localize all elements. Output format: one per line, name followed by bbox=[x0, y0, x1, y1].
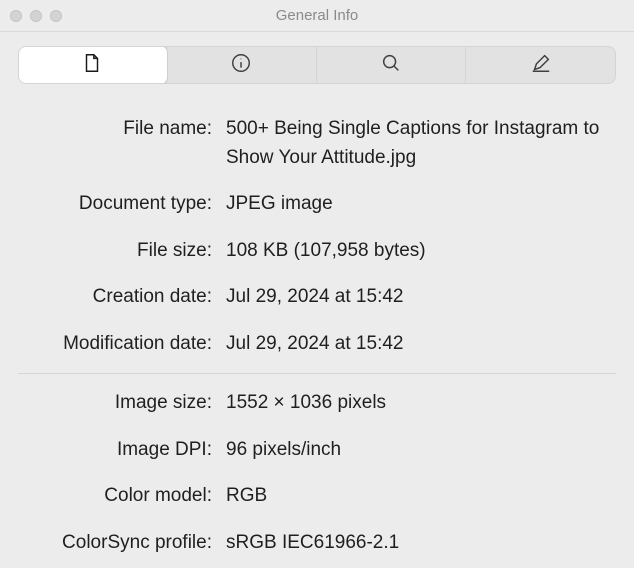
value-document-type: JPEG image bbox=[226, 190, 616, 219]
row-document-type: Document type: JPEG image bbox=[18, 181, 616, 228]
row-creation-date: Creation date: Jul 29, 2024 at 15:42 bbox=[18, 274, 616, 321]
toolbar bbox=[0, 32, 634, 106]
window-controls bbox=[10, 10, 62, 22]
value-image-size: 1552 × 1036 pixels bbox=[226, 389, 616, 418]
label-image-size: Image size: bbox=[18, 389, 226, 418]
label-modification-date: Modification date: bbox=[18, 330, 226, 359]
label-colorsync-profile: ColorSync profile: bbox=[18, 529, 226, 558]
label-color-model: Color model: bbox=[18, 482, 226, 511]
search-icon bbox=[380, 52, 402, 79]
titlebar: General Info bbox=[0, 0, 634, 32]
value-modification-date: Jul 29, 2024 at 15:42 bbox=[226, 330, 616, 359]
tab-segmented-control bbox=[18, 46, 616, 84]
close-window-button[interactable] bbox=[10, 10, 22, 22]
window-title: General Info bbox=[0, 7, 634, 24]
label-file-name: File name: bbox=[18, 115, 226, 144]
value-file-size: 108 KB (107,958 bytes) bbox=[226, 237, 616, 266]
row-colorsync-profile: ColorSync profile: sRGB IEC61966-2.1 bbox=[18, 520, 616, 567]
value-creation-date: Jul 29, 2024 at 15:42 bbox=[226, 283, 616, 312]
pencil-icon bbox=[530, 52, 552, 79]
row-file-size: File size: 108 KB (107,958 bytes) bbox=[18, 228, 616, 275]
row-image-size: Image size: 1552 × 1036 pixels bbox=[18, 380, 616, 427]
minimize-window-button[interactable] bbox=[30, 10, 42, 22]
tab-info[interactable] bbox=[166, 47, 316, 83]
tab-edit[interactable] bbox=[465, 47, 615, 83]
value-image-dpi: 96 pixels/inch bbox=[226, 436, 616, 465]
tab-search[interactable] bbox=[316, 47, 466, 83]
tab-general[interactable] bbox=[18, 46, 167, 84]
row-file-name: File name: 500+ Being Single Captions fo… bbox=[18, 106, 616, 181]
zoom-window-button[interactable] bbox=[50, 10, 62, 22]
row-image-dpi: Image DPI: 96 pixels/inch bbox=[18, 427, 616, 474]
label-file-size: File size: bbox=[18, 237, 226, 266]
label-creation-date: Creation date: bbox=[18, 283, 226, 312]
value-color-model: RGB bbox=[226, 482, 616, 511]
label-image-dpi: Image DPI: bbox=[18, 436, 226, 465]
row-color-model: Color model: RGB bbox=[18, 473, 616, 520]
info-content: File name: 500+ Being Single Captions fo… bbox=[0, 106, 634, 568]
value-colorsync-profile: sRGB IEC61966-2.1 bbox=[226, 529, 616, 558]
info-icon bbox=[230, 52, 252, 79]
label-document-type: Document type: bbox=[18, 190, 226, 219]
section-divider bbox=[18, 373, 616, 374]
document-icon bbox=[81, 52, 103, 79]
row-modification-date: Modification date: Jul 29, 2024 at 15:42 bbox=[18, 321, 616, 368]
value-file-name: 500+ Being Single Captions for Instagram… bbox=[226, 115, 616, 172]
